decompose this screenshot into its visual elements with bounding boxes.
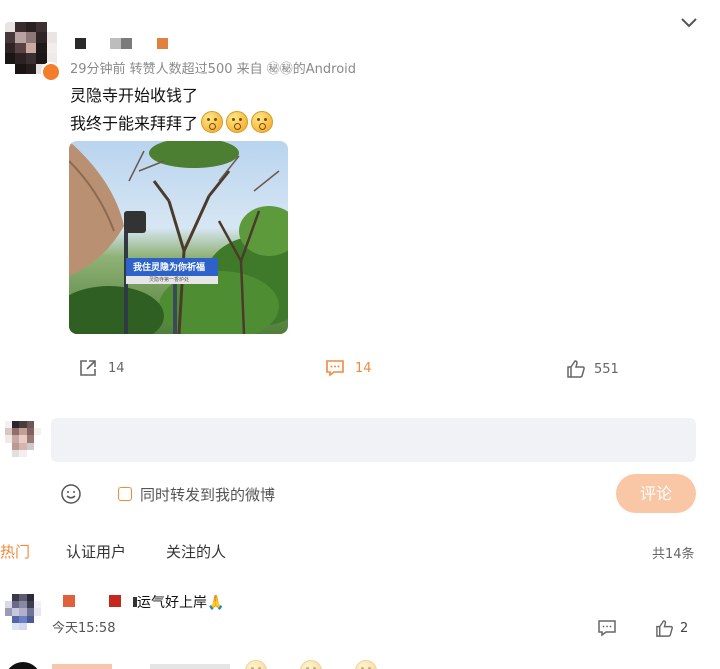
like-count: 551 (594, 361, 619, 377)
comment-text: 运气好上岸🙏 (137, 595, 225, 611)
commenter-avatar[interactable] (5, 594, 41, 630)
like-button[interactable]: 551 (566, 359, 619, 379)
username-redacted[interactable] (75, 38, 175, 50)
post-text-line1: 灵隐寺开始收钱了 (70, 86, 199, 105)
my-avatar (5, 421, 41, 457)
comment-like-count: 2 (680, 620, 689, 636)
vip-badge-icon (41, 62, 61, 82)
tab-verified-users[interactable]: 认证用户 (66, 541, 126, 562)
sign-subtext: 灵隐寺第一香炉处 (149, 277, 190, 283)
post-text-line2: 我终于能来拜拜了 (70, 110, 274, 134)
post-image[interactable]: 我住灵隐为你祈福 灵隐寺第一香炉处 (69, 141, 288, 334)
emoji-icon (300, 660, 323, 669)
repost-icon (78, 358, 98, 378)
emoji-icon (245, 660, 267, 669)
repost-count: 14 (108, 360, 125, 376)
comment-icon (325, 358, 345, 378)
emoji-icon (355, 660, 378, 669)
repost-button[interactable]: 14 (78, 358, 125, 378)
next-comment-peek (0, 660, 720, 669)
flushed-emoji-icon (201, 111, 224, 133)
emoji-icon[interactable] (60, 483, 82, 505)
comment-input[interactable] (51, 418, 696, 462)
post-text-line2-text: 我终于能来拜拜了 (70, 114, 199, 133)
like-icon (566, 359, 586, 379)
tab-following[interactable]: 关注的人 (166, 541, 226, 562)
also-repost-label: 同时转发到我的微博 (140, 485, 276, 504)
comment-count: 14 (355, 360, 372, 376)
tab-hot[interactable]: 热门 (0, 541, 30, 562)
post-meta: 29分钟前 转赞人数超过500 来自 ㊙㊙的Android (70, 62, 357, 77)
reply-icon[interactable] (597, 618, 617, 638)
submit-comment-button[interactable]: 评论 (616, 474, 696, 513)
also-repost-option[interactable]: 同时转发到我的微博 (118, 484, 275, 504)
comment-like-button[interactable]: 2 (655, 618, 688, 638)
commenter-name-redacted[interactable] (63, 595, 138, 608)
like-icon (655, 619, 674, 638)
flushed-emoji-icon (251, 111, 274, 133)
comment-total: 共14条 (652, 547, 695, 562)
chevron-down-icon[interactable] (680, 16, 698, 30)
comment-time: 今天15:58 (52, 621, 116, 636)
comment-button[interactable]: 14 (325, 358, 372, 378)
sign-text: 我住灵隐为你祈福 (133, 263, 206, 273)
flushed-emoji-icon (226, 111, 249, 133)
checkbox-icon[interactable] (118, 487, 132, 501)
